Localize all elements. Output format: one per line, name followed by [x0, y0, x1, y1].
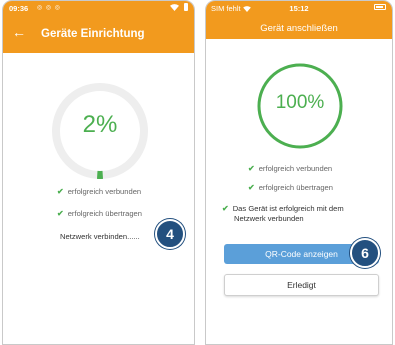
progress-ring: 2%: [50, 81, 150, 181]
status-connected: ✔ erfolgreich verbunden: [248, 164, 332, 173]
network-success-line2: Netzwerk verbunden: [234, 214, 304, 223]
network-success-line1: Das Gerät ist erfolgreich mit dem: [232, 204, 344, 213]
right-phone-screen: SIM fehlt 15:12 Gerät anschließen 100% ✔…: [205, 0, 393, 345]
step-badge-6: 6: [350, 238, 380, 268]
right-status-bar: SIM fehlt 15:12: [206, 1, 392, 15]
progress-percent: 2%: [82, 111, 118, 138]
check-icon: ✔: [248, 164, 255, 173]
status-connected-text: erfolgreich verbunden: [67, 187, 142, 196]
progress-ring: 100%: [256, 62, 344, 150]
network-success-text: ✔ Das Gerät ist erfolgreich mit dem Netzw…: [222, 204, 344, 224]
network-connecting-text: Netzwerk verbinden......: [60, 232, 140, 241]
check-icon: ✔: [248, 183, 255, 192]
check-icon: ✔: [57, 209, 64, 218]
status-transferred: ✔ erfolgreich übertragen: [248, 183, 333, 192]
done-button[interactable]: Erledigt: [224, 274, 379, 296]
screenshot-stage: 09:36 ◎ ◎ ◎ ← Geräte Einrichtung 2% ✔ er…: [0, 0, 395, 345]
left-arrow-icon[interactable]: ←: [12, 25, 26, 39]
check-icon: ✔: [57, 187, 64, 196]
status-time: 15:12: [289, 4, 309, 13]
page-title: Geräte Einrichtung: [41, 28, 145, 40]
battery-icon: [184, 3, 188, 11]
left-status-bar: 09:36 ◎ ◎ ◎: [3, 1, 194, 15]
page-title: Gerät anschließen: [260, 23, 338, 34]
status-icons: [170, 3, 188, 11]
battery-icon: [374, 3, 386, 11]
status-transferred-text: erfolgreich übertragen: [67, 209, 142, 218]
right-header: SIM fehlt 15:12 Gerät anschließen: [206, 1, 392, 39]
status-time: 09:36: [9, 4, 29, 13]
progress-percent: 100%: [275, 92, 325, 113]
status-connected-text: erfolgreich verbunden: [258, 164, 333, 173]
step-badge-4: 4: [155, 219, 185, 249]
left-phone-screen: 09:36 ◎ ◎ ◎ ← Geräte Einrichtung 2% ✔ er…: [2, 0, 195, 345]
status-transferred-text: erfolgreich übertragen: [258, 183, 333, 192]
check-icon: ✔: [222, 204, 229, 213]
wifi-icon: [170, 3, 181, 11]
status-connected: ✔ erfolgreich verbunden: [57, 187, 141, 196]
status-transferred: ✔ erfolgreich übertragen: [57, 209, 142, 218]
notification-icons: ◎ ◎ ◎: [37, 5, 62, 11]
left-header: 09:36 ◎ ◎ ◎ ← Geräte Einrichtung: [3, 1, 194, 53]
